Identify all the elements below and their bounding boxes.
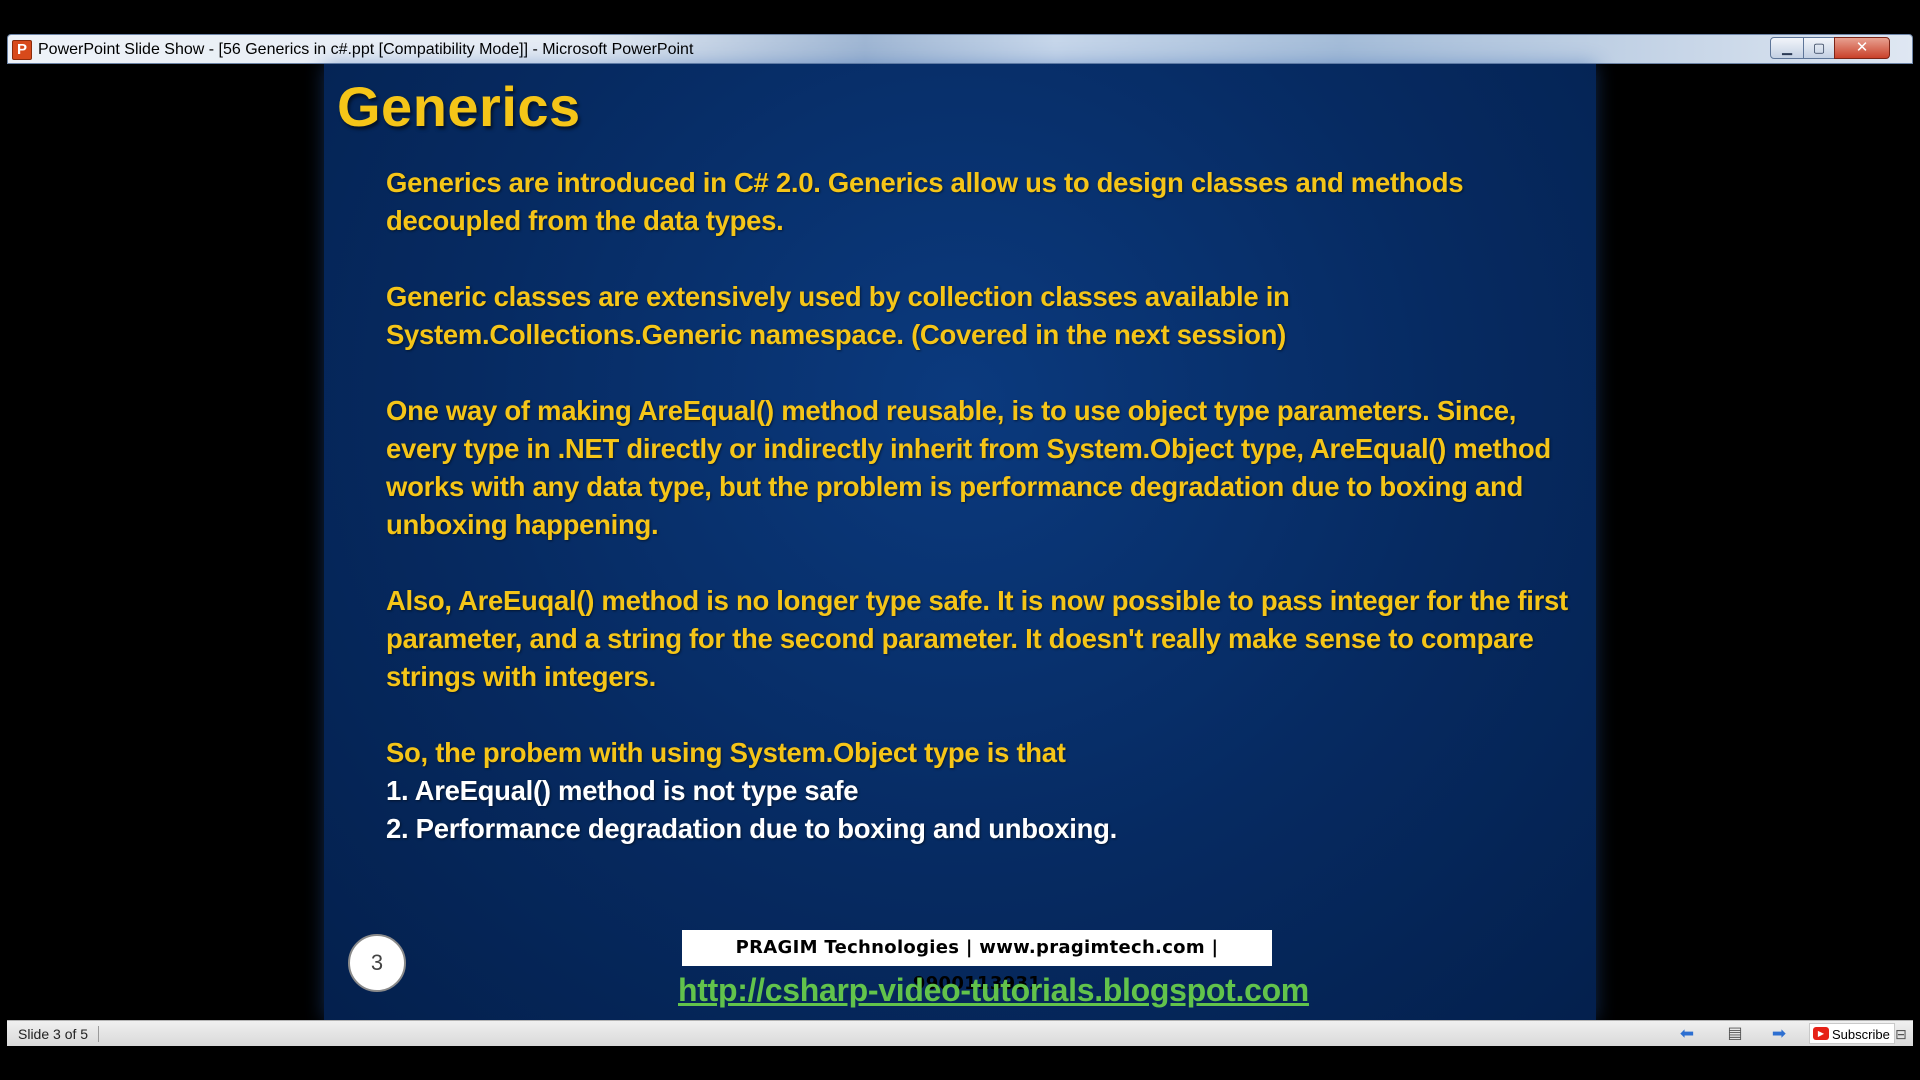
paragraph-type-safety: Also, AreEuqal() method is no longer typ… [386, 585, 1568, 692]
slide-canvas[interactable]: Generics Generics are introduced in C# 2… [324, 64, 1596, 1020]
paragraph-object-parameters: One way of making AreEqual() method reus… [386, 395, 1551, 540]
slide-number-badge: 3 [348, 934, 406, 992]
close-icon: ✕ [1855, 39, 1869, 56]
summary-block: So, the probem with using System.Object … [386, 734, 1576, 848]
summary-intro: So, the probem with using System.Object … [386, 737, 1066, 768]
status-bar: Slide 3 of 5 ⬅ ▤ ➡ ▶ Subscribe ⊟ [7, 1020, 1913, 1046]
maximize-icon: ▢ [1812, 40, 1826, 55]
summary-item: 1. AreEqual() method is not type safe [386, 775, 859, 806]
powerpoint-app-icon[interactable]: P [12, 40, 32, 60]
subscribe-label: Subscribe [1832, 1027, 1890, 1042]
youtube-icon: ▶ [1813, 1027, 1829, 1040]
window-title: PowerPoint Slide Show - [56 Generics in … [38, 41, 694, 58]
slide-indicator: Slide 3 of 5 [18, 1026, 100, 1042]
summary-item: 2. Performance degradation due to boxing… [386, 813, 1117, 844]
subscribe-button[interactable]: ▶ Subscribe [1809, 1023, 1895, 1044]
view-options-icon[interactable]: ⊟ [1895, 1024, 1913, 1044]
close-button[interactable]: ✕ [1834, 37, 1890, 59]
slide-menu-button[interactable]: ▤ [1723, 1024, 1747, 1044]
previous-slide-button[interactable]: ⬅ [1675, 1024, 1699, 1044]
minimize-icon: ▁ [1782, 40, 1792, 55]
menu-icon: ▤ [1727, 1025, 1743, 1042]
maximize-button[interactable]: ▢ [1803, 37, 1835, 59]
next-slide-button[interactable]: ➡ [1767, 1024, 1791, 1044]
arrow-right-icon: ➡ [1771, 1024, 1787, 1043]
minimize-button[interactable]: ▁ [1770, 37, 1804, 59]
footer-company-info: PRAGIM Technologies | www.pragimtech.com… [682, 930, 1272, 994]
slide-body: Generics are introduced in C# 2.0. Gener… [386, 164, 1576, 848]
window-title-bar: P PowerPoint Slide Show - [56 Generics i… [7, 34, 1913, 64]
paragraph-introduction: Generics are introduced in C# 2.0. Gener… [386, 167, 1464, 236]
paragraph-collections: Generic classes are extensively used by … [386, 281, 1290, 350]
slide-title: Generics [337, 75, 581, 138]
footer-blog-link[interactable]: http://csharp-video-tutorials.blogspot.c… [678, 972, 1309, 1009]
arrow-left-icon: ⬅ [1679, 1024, 1695, 1043]
